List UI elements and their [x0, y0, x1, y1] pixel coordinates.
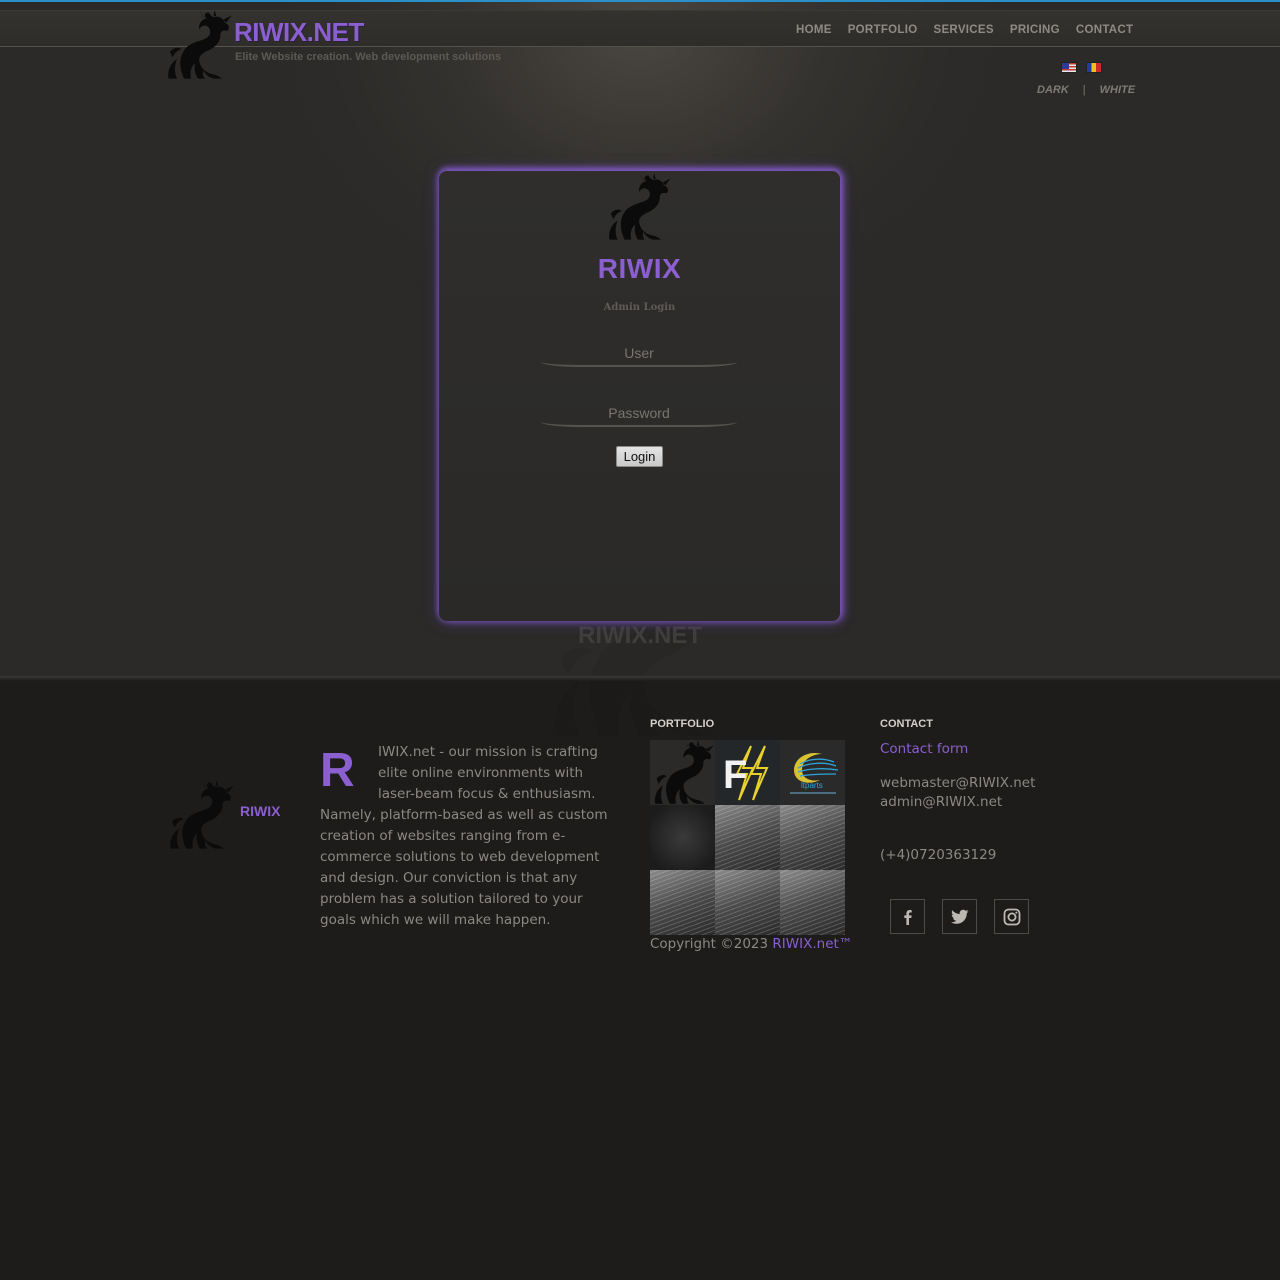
- copyright-prefix: Copyright ©2023: [650, 936, 769, 952]
- portfolio-tile[interactable]: ltparts: [780, 740, 845, 805]
- brand-title[interactable]: RIWIX.NET: [234, 17, 364, 47]
- f-letter: F: [723, 753, 747, 797]
- portfolio-tile[interactable]: F: [715, 740, 780, 805]
- dragon-thumbnail: [650, 740, 715, 805]
- brand-tagline: Elite Website creation. Web development …: [235, 51, 502, 63]
- romanian-flag-icon[interactable]: [1086, 62, 1102, 73]
- main-nav: HOME PORTFOLIO SERVICES PRICING CONTACT: [788, 22, 1141, 38]
- portfolio-tile[interactable]: [650, 740, 715, 805]
- facebook-button[interactable]: [890, 899, 925, 934]
- english-flag-icon[interactable]: [1061, 62, 1077, 73]
- phone-number[interactable]: (+4)0720363129: [880, 847, 996, 863]
- login-card: RIWIX Admin Login Login: [439, 171, 840, 621]
- contact-heading: CONTACT: [880, 718, 933, 730]
- instagram-button[interactable]: [994, 899, 1029, 934]
- contact-form-link[interactable]: Contact form: [880, 741, 968, 757]
- copyright-brand-link[interactable]: RIWIX.net™: [772, 936, 852, 952]
- portfolio-heading: PORTFOLIO: [650, 718, 715, 730]
- login-brand: RIWIX: [597, 253, 682, 284]
- top-accent-line: [0, 0, 1280, 2]
- theme-dark-link[interactable]: DARK: [1037, 83, 1069, 97]
- dragon-logo-icon[interactable]: [163, 10, 233, 80]
- watermark-text: RIWIX.NET: [578, 622, 702, 649]
- ltparts-thumbnail: ltparts: [790, 752, 839, 794]
- nav-services[interactable]: SERVICES: [925, 22, 1001, 38]
- portfolio-tile[interactable]: [780, 870, 845, 935]
- user-input[interactable]: [541, 341, 737, 367]
- dragon-logo-icon: [602, 173, 674, 241]
- copyright: Copyright ©2023 RIWIX.net™: [650, 936, 852, 952]
- password-input[interactable]: [541, 401, 737, 427]
- twitter-button[interactable]: [942, 899, 977, 934]
- twitter-icon: [950, 909, 968, 924]
- portfolio-tile[interactable]: [650, 870, 715, 935]
- about-dropcap: R: [320, 744, 355, 797]
- f-logo-thumbnail: F: [723, 745, 769, 801]
- email-admin[interactable]: admin@RIWIX.net: [880, 794, 1002, 810]
- login-button[interactable]: Login: [616, 446, 663, 467]
- portfolio-tile[interactable]: [715, 805, 780, 870]
- nav-contact[interactable]: CONTACT: [1068, 22, 1141, 38]
- about-section: R IWIX.net - our mission is crafting eli…: [320, 741, 622, 930]
- theme-switch: DARK | WHITE: [1037, 83, 1135, 97]
- portfolio-tile[interactable]: [780, 805, 845, 870]
- theme-white-link[interactable]: WHITE: [1100, 83, 1135, 97]
- portfolio-tile[interactable]: [650, 805, 715, 870]
- footer-logo-text: RIWIX: [240, 803, 281, 819]
- login-subtitle: Admin Login: [603, 302, 676, 313]
- facebook-icon: [903, 909, 912, 925]
- nav-pricing[interactable]: PRICING: [1002, 22, 1068, 38]
- ltparts-caption: ltparts: [801, 781, 823, 790]
- portfolio-grid: F ltparts: [650, 740, 845, 935]
- nav-home[interactable]: HOME: [788, 22, 840, 38]
- dragon-logo-icon: [164, 780, 236, 850]
- theme-separator: |: [1082, 84, 1086, 96]
- instagram-icon: [1003, 908, 1020, 925]
- nav-portfolio[interactable]: PORTFOLIO: [840, 22, 926, 38]
- footer-divider: [0, 676, 1280, 681]
- email-webmaster[interactable]: webmaster@RIWIX.net: [880, 775, 1035, 791]
- portfolio-tile[interactable]: [715, 870, 780, 935]
